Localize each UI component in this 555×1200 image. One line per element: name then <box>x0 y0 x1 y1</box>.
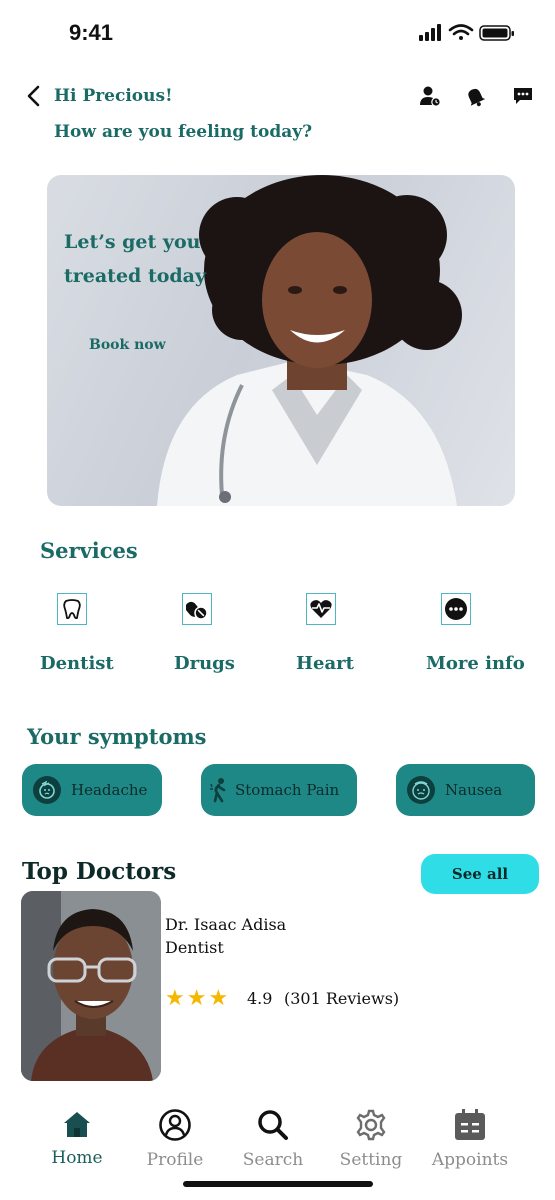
service-label-drugs[interactable]: Drugs <box>174 653 235 674</box>
profile-icon <box>159 1109 191 1141</box>
calendar-icon <box>455 1109 485 1140</box>
search-icon <box>258 1110 288 1140</box>
person-clock-icon[interactable] <box>418 84 442 108</box>
nav-search[interactable]: Search <box>225 1108 321 1170</box>
doctor-specialty: Dentist <box>165 938 224 957</box>
top-doctors-title: Top Doctors <box>22 858 177 885</box>
pills-icon[interactable] <box>182 593 212 625</box>
nav-appoints[interactable]: Appoints <box>422 1108 518 1170</box>
status-icons <box>419 22 515 44</box>
symptom-chip-stomach-pain[interactable]: Stomach Pain <box>201 764 357 816</box>
stomach-pain-icon <box>207 776 231 804</box>
hero-headline: Let’s get you treated today <box>64 231 207 287</box>
doctor-avatar[interactable] <box>21 891 161 1081</box>
hero-banner: Let’s get you treated today Book now <box>47 175 515 506</box>
battery-icon <box>479 25 514 41</box>
headache-icon <box>33 776 61 804</box>
service-label-heart[interactable]: Heart <box>296 653 354 674</box>
rating-stars: ★★★ <box>165 986 231 1011</box>
symptom-label-nausea: Nausea <box>445 781 503 799</box>
rating-value: 4.9 <box>247 989 273 1008</box>
nav-label-profile: Profile <box>146 1150 204 1170</box>
bell-icon[interactable] <box>463 84 487 108</box>
nav-label-setting: Setting <box>339 1150 403 1170</box>
symptom-label-stomach-pain: Stomach Pain <box>235 781 340 799</box>
service-label-more-info[interactable]: More info <box>426 653 525 674</box>
symptom-label-headache: Headache <box>71 781 148 799</box>
greeting: Hi Precious! <box>54 86 173 106</box>
nav-label-appoints: Appoints <box>431 1150 509 1170</box>
status-time: 9:41 <box>69 20 114 45</box>
symptoms-title: Your symptoms <box>27 724 207 749</box>
nav-profile[interactable]: Profile <box>127 1108 223 1170</box>
signal-icon <box>419 24 441 41</box>
services-title: Services <box>40 538 138 563</box>
doctor-name: Dr. Isaac Adisa <box>165 915 287 934</box>
see-all-button[interactable]: See all <box>421 854 539 894</box>
home-icon <box>64 1112 90 1137</box>
nausea-icon <box>407 776 435 804</box>
chat-icon[interactable] <box>511 84 535 108</box>
nav-home[interactable]: Home <box>29 1108 125 1168</box>
feeling-question: How are you feeling today? <box>54 122 313 142</box>
review-count: (301 Reviews) <box>284 989 400 1008</box>
service-label-dentist[interactable]: Dentist <box>40 653 114 674</box>
symptom-chip-headache[interactable]: Headache <box>22 764 162 816</box>
chevron-left-icon <box>27 85 40 107</box>
more-icon[interactable] <box>441 593 471 625</box>
nav-label-search: Search <box>242 1150 304 1170</box>
heart-pulse-icon[interactable] <box>306 593 336 625</box>
book-now-button[interactable]: Book now <box>89 337 166 353</box>
wifi-icon <box>448 24 474 40</box>
nav-label-home: Home <box>51 1148 103 1168</box>
home-indicator <box>183 1181 373 1187</box>
gear-icon <box>356 1109 386 1141</box>
tooth-icon[interactable] <box>57 593 87 625</box>
nav-setting[interactable]: Setting <box>323 1108 419 1170</box>
symptom-chip-nausea[interactable]: Nausea <box>396 764 535 816</box>
back-button[interactable] <box>24 84 44 108</box>
